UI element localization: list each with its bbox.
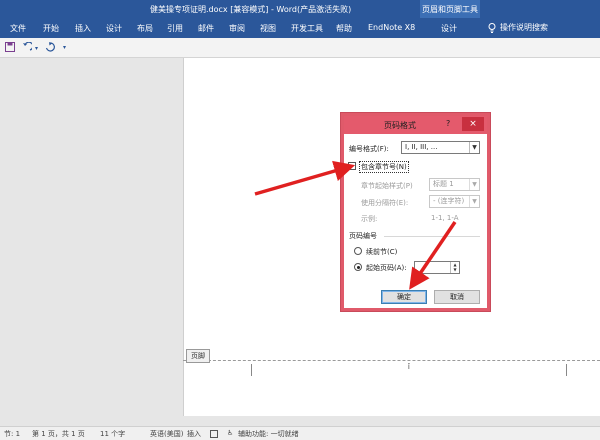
window-title: 健美操专项证明.docx [兼容模式] - Word(产品激活失败) bbox=[150, 5, 352, 14]
status-bar: 节: 1 第 1 页，共 1 页 11 个字 英语(美国) 插入 ♿ 辅助功能:… bbox=[0, 426, 600, 440]
start-at-spinner[interactable]: ▲ ▼ bbox=[414, 261, 460, 274]
page-numbering-label: 页码编号 bbox=[349, 232, 377, 240]
number-format-select[interactable]: I, II, III, ... ▼ bbox=[401, 141, 480, 154]
dialog-titlebar: 页码格式 ? × bbox=[344, 116, 487, 134]
chevron-down-icon: ▼ bbox=[469, 179, 479, 190]
example-label: 示例: bbox=[361, 215, 378, 223]
number-format-label: 编号格式(F): bbox=[349, 145, 389, 153]
context-group-label: 页眉和页脚工具 bbox=[422, 5, 478, 14]
separator-label: 使用分隔符(E): bbox=[361, 199, 409, 207]
tab-mailings[interactable]: 邮件 bbox=[198, 23, 214, 34]
dialog-title: 页码格式 bbox=[384, 121, 416, 130]
redo-icon[interactable] bbox=[45, 42, 55, 55]
word-count[interactable]: 11 个字 bbox=[100, 429, 125, 439]
section-indicator[interactable]: 节: 1 bbox=[4, 429, 20, 439]
number-format-value: I, II, III, ... bbox=[405, 143, 438, 151]
help-icon[interactable]: ? bbox=[446, 119, 450, 128]
page-indicator[interactable]: 第 1 页，共 1 页 bbox=[32, 429, 85, 439]
include-chapter-label[interactable]: 包含章节号(N) bbox=[359, 161, 409, 173]
separator-value: - (连字符) bbox=[433, 197, 465, 205]
tab-help[interactable]: 帮助 bbox=[336, 23, 352, 34]
ok-button[interactable]: 确定 bbox=[381, 290, 427, 304]
tab-layout[interactable]: 布局 bbox=[137, 23, 153, 34]
chapter-style-value: 标题 1 bbox=[433, 180, 454, 188]
include-chapter-checkbox[interactable] bbox=[348, 162, 356, 170]
tab-design[interactable]: 设计 bbox=[106, 23, 122, 34]
tab-stop-mark-right bbox=[566, 364, 567, 376]
lightbulb-icon bbox=[488, 22, 496, 33]
tab-home[interactable]: 开始 bbox=[43, 23, 59, 34]
chapter-style-label: 章节起始样式(P) bbox=[361, 182, 413, 190]
start-at-radio[interactable] bbox=[354, 263, 362, 271]
continue-radio[interactable] bbox=[354, 247, 362, 255]
save-icon[interactable] bbox=[5, 42, 15, 55]
tab-view[interactable]: 视图 bbox=[260, 23, 276, 34]
example-value: 1-1, 1-A bbox=[431, 214, 459, 222]
close-icon[interactable]: × bbox=[462, 117, 484, 131]
cancel-button[interactable]: 取消 bbox=[434, 290, 480, 304]
quick-access-toolbar: ▾ ▾ bbox=[0, 38, 600, 58]
tab-developer[interactable]: 开发工具 bbox=[291, 23, 323, 34]
tell-me-label: 操作说明搜索 bbox=[500, 23, 548, 32]
macro-record-icon[interactable] bbox=[210, 430, 218, 438]
accessibility-icon[interactable]: ♿ bbox=[227, 429, 233, 437]
tab-insert[interactable]: 插入 bbox=[75, 23, 91, 34]
page-number-format-dialog: 页码格式 ? × 编号格式(F): I, II, III, ... ▼ 包含章节… bbox=[341, 113, 490, 311]
separator-select[interactable]: - (连字符) ▼ bbox=[429, 195, 480, 208]
text-cursor-icon: Ī bbox=[408, 364, 410, 371]
title-bar: 健美操专项证明.docx [兼容模式] - Word(产品激活失败) bbox=[0, 0, 600, 18]
ribbon-tabs: 文件 开始 插入 设计 布局 引用 邮件 审阅 视图 开发工具 帮助 EndNo… bbox=[0, 18, 600, 38]
tab-header-footer-design[interactable]: 设计 bbox=[441, 23, 457, 34]
insert-mode-indicator[interactable]: 插入 bbox=[187, 429, 201, 439]
tell-me-search[interactable]: 操作说明搜索 bbox=[488, 22, 548, 33]
footer-tag[interactable]: 页脚 bbox=[186, 349, 210, 363]
tab-file[interactable]: 文件 bbox=[10, 23, 26, 34]
tab-references[interactable]: 引用 bbox=[167, 23, 183, 34]
chevron-down-icon: ▼ bbox=[469, 196, 479, 207]
continue-label: 续前节(C) bbox=[366, 248, 398, 256]
footer-boundary bbox=[183, 360, 600, 361]
section-divider bbox=[384, 236, 480, 237]
language-indicator[interactable]: 英语(美国) bbox=[150, 429, 183, 439]
tab-review[interactable]: 审阅 bbox=[229, 23, 245, 34]
customize-icon[interactable]: ▾ bbox=[63, 44, 66, 51]
start-at-label: 起始页码(A): bbox=[366, 264, 407, 272]
undo-dropdown-icon[interactable]: ▾ bbox=[35, 45, 38, 52]
undo-icon[interactable] bbox=[22, 41, 34, 55]
tab-stop-mark-left bbox=[251, 364, 252, 376]
spin-arrows-icon[interactable]: ▲ ▼ bbox=[450, 262, 459, 273]
chevron-down-icon: ▼ bbox=[469, 142, 479, 153]
tab-endnote[interactable]: EndNote X8 bbox=[368, 23, 415, 32]
accessibility-status[interactable]: 辅助功能: 一切就绪 bbox=[238, 429, 299, 439]
chapter-style-select[interactable]: 标题 1 ▼ bbox=[429, 178, 480, 191]
